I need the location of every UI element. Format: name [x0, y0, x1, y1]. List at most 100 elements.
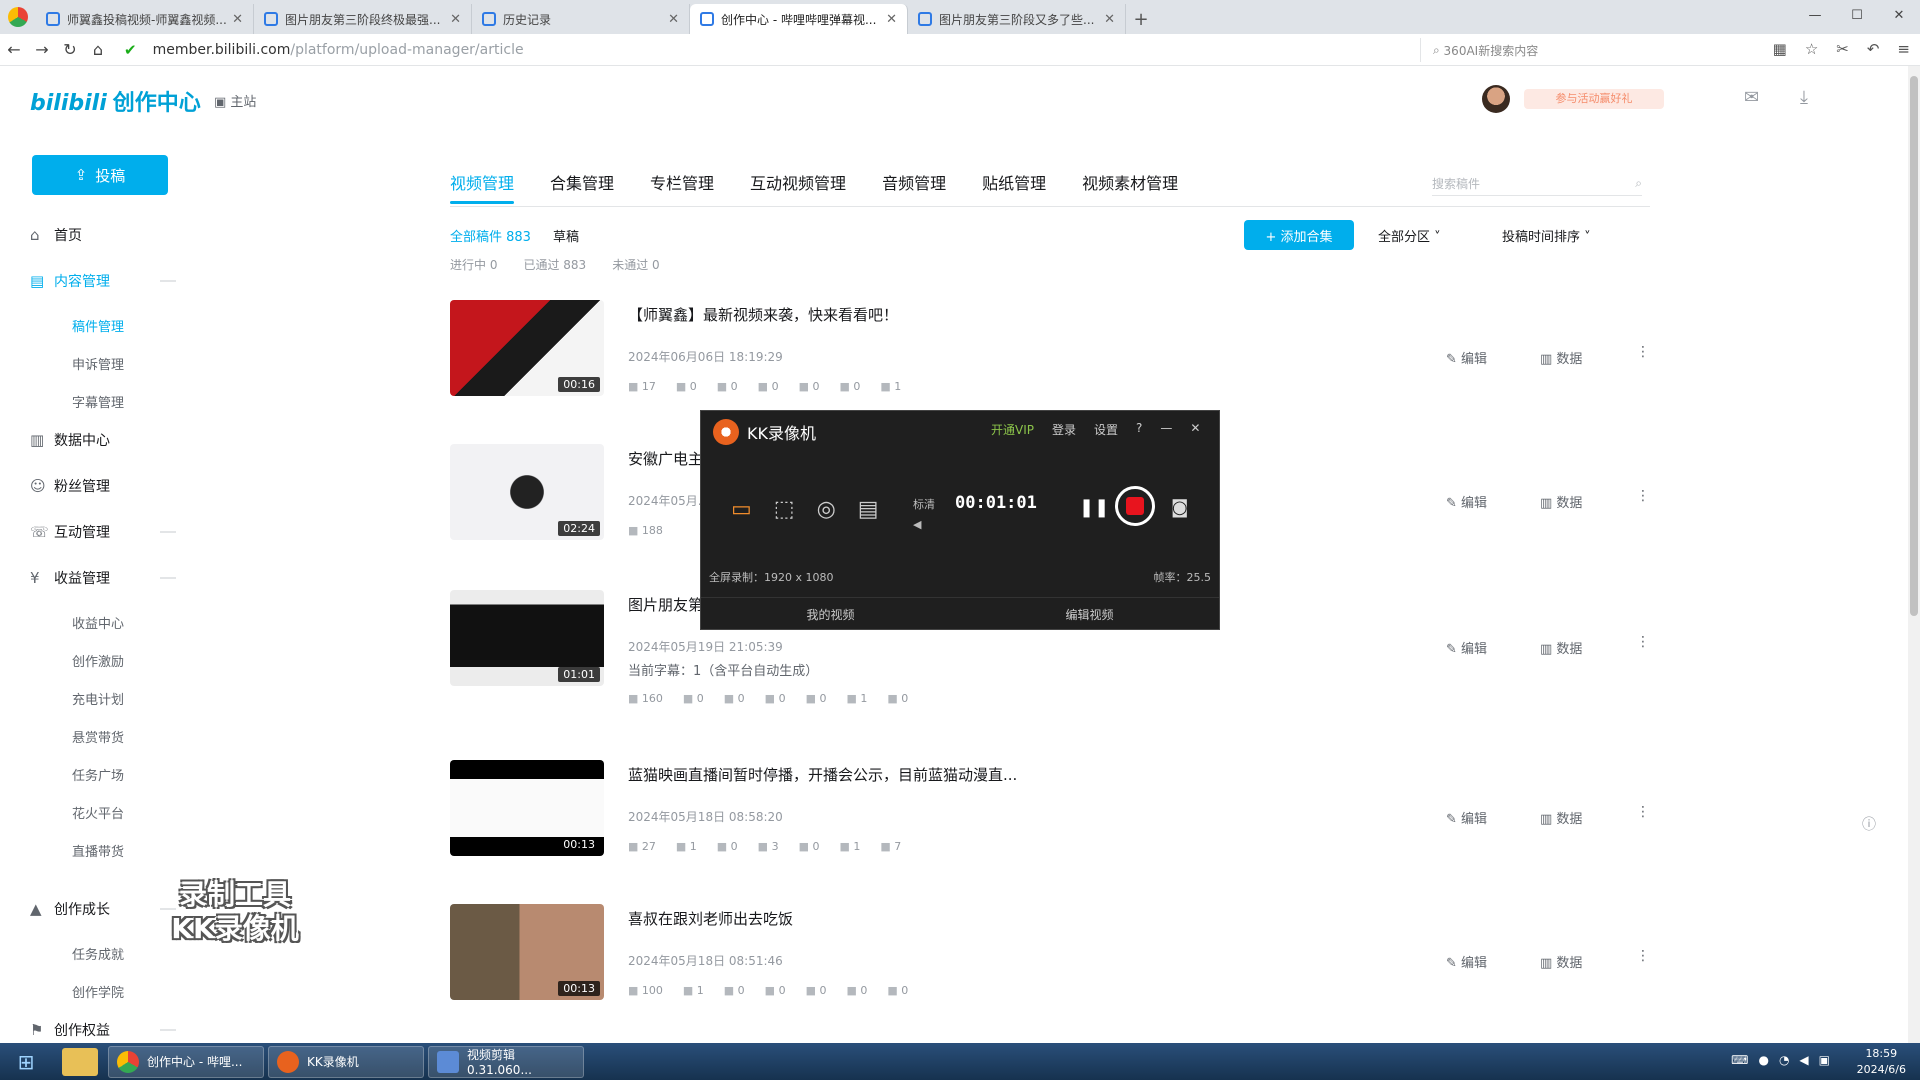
edit-button[interactable]: ✎ 编辑: [1446, 492, 1487, 511]
back-icon[interactable]: ←: [0, 40, 28, 59]
browser-tab[interactable]: 历史记录 ✕: [472, 4, 690, 34]
page-scrollbar[interactable]: [1908, 66, 1920, 1043]
video-title[interactable]: 蓝猫映画直播间暂时停播，开播会公示，目前蓝猫动漫直...: [628, 764, 1017, 785]
recorder-vip-link[interactable]: 开通VIP: [991, 421, 1034, 438]
tab-audio-manage[interactable]: 音频管理: [882, 170, 946, 204]
add-to-collection-button[interactable]: + 添加合集: [1244, 220, 1354, 250]
upload-button[interactable]: ⇪ 投稿: [32, 155, 168, 195]
edit-button[interactable]: ✎ 编辑: [1446, 952, 1487, 971]
kk-recorder-window[interactable]: KK录像机 开通VIP 登录 设置 ? — ✕ ▭ ⬚ ◎ ▤ 标清 ◀ 00:0…: [700, 410, 1220, 630]
data-button[interactable]: ▥ 数据: [1540, 638, 1582, 657]
new-tab-button[interactable]: +: [1126, 4, 1156, 34]
status-failed[interactable]: 未通过 0: [612, 256, 659, 273]
sidebar-item-fans[interactable]: ☺ 粉丝管理: [30, 476, 110, 496]
message-icon[interactable]: ✉: [1744, 87, 1759, 108]
main-site-link[interactable]: ▣ 主站: [214, 91, 256, 110]
maximize-icon[interactable]: ☐: [1836, 0, 1878, 30]
quality-select[interactable]: 标清 ◀: [913, 495, 935, 535]
undo-icon[interactable]: ↶: [1867, 40, 1880, 58]
help-icon[interactable]: ⓘ: [1862, 814, 1876, 834]
tab-material-manage[interactable]: 视频素材管理: [1082, 170, 1178, 204]
recorder-login-link[interactable]: 登录: [1052, 421, 1076, 438]
sidebar-sub-huahuo[interactable]: 花火平台: [72, 803, 124, 822]
sidebar-item-interaction[interactable]: ☏ 互动管理: [30, 522, 176, 542]
partition-select[interactable]: 全部分区 ˅: [1378, 226, 1441, 245]
video-thumbnail[interactable]: 00:13: [450, 904, 604, 1000]
fullscreen-mode-icon[interactable]: ▭: [731, 497, 752, 522]
status-in-progress[interactable]: 进行中 0: [450, 256, 497, 273]
keyboard-icon[interactable]: ⌨: [1731, 1053, 1748, 1067]
tab-collection-manage[interactable]: 合集管理: [550, 170, 614, 204]
reload-icon[interactable]: ↻: [56, 40, 84, 59]
more-icon[interactable]: ⋮: [1636, 344, 1650, 360]
video-thumbnail[interactable]: 00:13: [450, 760, 604, 856]
video-thumbnail[interactable]: 01:01: [450, 590, 604, 686]
game-mode-icon[interactable]: ◎: [817, 497, 836, 522]
url-field[interactable]: member.bilibili.com/platform/upload-mana…: [153, 42, 1273, 58]
scrollbar-thumb[interactable]: [1910, 76, 1918, 616]
file-explorer-icon[interactable]: [62, 1047, 98, 1076]
data-button[interactable]: ▥ 数据: [1540, 952, 1582, 971]
sidebar-sub-achievements[interactable]: 任务成就: [72, 944, 124, 963]
status-passed[interactable]: 已通过 883: [523, 256, 586, 273]
window-mode-icon[interactable]: ▤: [858, 497, 879, 522]
tab-close-icon[interactable]: ✕: [232, 12, 243, 27]
tab-close-icon[interactable]: ✕: [886, 12, 897, 27]
menu-icon[interactable]: ≡: [1897, 40, 1910, 58]
volume-icon[interactable]: ◀: [913, 515, 935, 535]
video-thumbnail[interactable]: 02:24: [450, 444, 604, 540]
help-icon[interactable]: ?: [1136, 421, 1142, 438]
taskbar-app-recorder[interactable]: KK录像机: [268, 1045, 424, 1078]
download-icon[interactable]: ⤓: [1800, 87, 1808, 108]
more-icon[interactable]: ⋮: [1636, 948, 1650, 964]
cut-icon[interactable]: ✂: [1836, 40, 1849, 58]
region-mode-icon[interactable]: ⬚: [774, 497, 795, 522]
edit-video-button[interactable]: 编辑视频: [960, 598, 1219, 631]
more-icon[interactable]: ⋮: [1636, 804, 1650, 820]
sidebar-sub-tasks[interactable]: 任务广场: [72, 765, 124, 784]
recorder-settings-link[interactable]: 设置: [1094, 421, 1118, 438]
home-icon[interactable]: ⌂: [84, 40, 112, 59]
taskbar-app-browser[interactable]: 创作中心 - 哔哩...: [108, 1045, 264, 1078]
security-icon[interactable]: ●: [1758, 1053, 1768, 1067]
browser-tab-active[interactable]: 创作中心 - 哔哩哔哩弹幕视... ✕: [690, 4, 908, 34]
sidebar-sub-live-sales[interactable]: 直播带货: [72, 841, 124, 860]
browser-tab[interactable]: 图片朋友第三阶段终极最强... ✕: [254, 4, 472, 34]
bilibili-logo[interactable]: bilibili 创作中心: [30, 85, 201, 117]
screenshot-camera-icon[interactable]: ◙: [1171, 497, 1188, 518]
sidebar-sub-income-center[interactable]: 收益中心: [72, 613, 124, 632]
data-button[interactable]: ▥ 数据: [1540, 348, 1582, 367]
stop-record-button[interactable]: [1115, 486, 1155, 526]
sidebar-item-income[interactable]: ¥ 收益管理: [30, 568, 176, 588]
favorites-icon[interactable]: ☆: [1805, 40, 1818, 58]
browser-tab[interactable]: 图片朋友第三阶段又多了些... ✕: [908, 4, 1126, 34]
forward-icon[interactable]: →: [28, 40, 56, 59]
browser-search-input[interactable]: ⌕ 360AI新搜索内容: [1420, 38, 1730, 62]
sidebar-sub-manuscripts[interactable]: 稿件管理: [72, 316, 124, 335]
edit-button[interactable]: ✎ 编辑: [1446, 638, 1487, 657]
search-icon[interactable]: ⌕: [1635, 176, 1642, 191]
minimize-icon[interactable]: —: [1794, 0, 1836, 30]
sidebar-sub-academy[interactable]: 创作学院: [72, 982, 124, 1001]
tab-interactive-video[interactable]: 互动视频管理: [750, 170, 846, 204]
apps-icon[interactable]: ▦: [1773, 40, 1787, 58]
start-button[interactable]: ⊞: [0, 1043, 52, 1080]
sidebar-item-growth[interactable]: ▲ 创作成长: [30, 899, 176, 919]
more-icon[interactable]: ⋮: [1636, 488, 1650, 504]
tab-column-manage[interactable]: 专栏管理: [650, 170, 714, 204]
sidebar-item-content[interactable]: ▤ 内容管理: [30, 271, 176, 291]
video-title[interactable]: 【师翼鑫】最新视频来袭，快来看看吧！: [628, 304, 898, 325]
notification-icon[interactable]: ▣: [1819, 1053, 1830, 1067]
filter-draft[interactable]: 草稿: [553, 226, 579, 245]
close-icon[interactable]: ✕: [1190, 421, 1200, 438]
browser-logo[interactable]: [0, 0, 36, 34]
sidebar-item-rights[interactable]: ⚑ 创作权益: [30, 1020, 176, 1040]
network-icon[interactable]: ◔: [1779, 1053, 1789, 1067]
sidebar-item-home[interactable]: ⌂ 首页: [30, 225, 82, 245]
filter-all[interactable]: 全部稿件 883: [450, 226, 531, 245]
minimize-icon[interactable]: —: [1160, 421, 1172, 438]
edit-button[interactable]: ✎ 编辑: [1446, 808, 1487, 827]
close-window-icon[interactable]: ✕: [1878, 0, 1920, 30]
system-clock[interactable]: 18:59 2024/6/6: [1857, 1046, 1906, 1078]
avatar[interactable]: [1482, 85, 1510, 113]
